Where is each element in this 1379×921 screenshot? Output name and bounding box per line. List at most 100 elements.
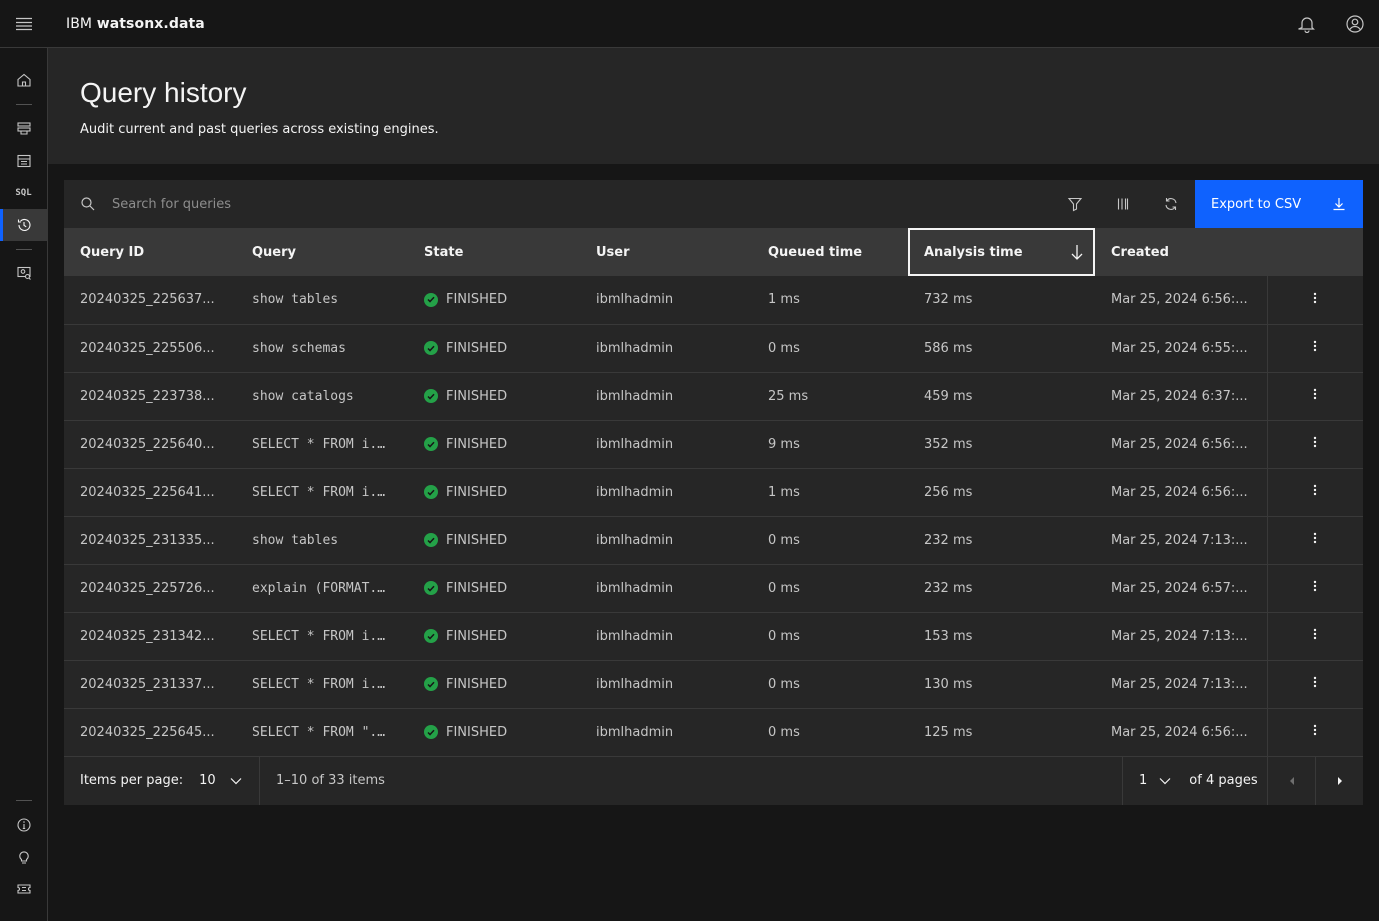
column-icon (1117, 198, 1129, 210)
search-input[interactable] (112, 196, 712, 212)
nav-query-history[interactable] (0, 209, 47, 241)
rail-divider (16, 800, 32, 801)
items-per-page-select[interactable]: 10 (199, 773, 242, 788)
row-overflow-menu-button[interactable] (1266, 420, 1363, 469)
table-row[interactable]: 20240325_225506... show schemas FINISHED ib… (64, 324, 1363, 373)
page-number-select[interactable]: 1 of 4 pages (1122, 756, 1267, 805)
table-row[interactable]: 20240325_231342... SELECT * FROM i... FINI… (64, 612, 1363, 661)
table-row[interactable]: 20240325_225637... show tables FINISHED ibm… (64, 276, 1363, 325)
filter-button[interactable] (1051, 180, 1099, 228)
query-text-cell: show schemas (236, 324, 408, 373)
overflow-menu-vertical-icon (1314, 724, 1317, 736)
user-profile-button[interactable] (1331, 0, 1379, 47)
state-cell: FINISHED (408, 660, 580, 709)
table-row[interactable]: 20240325_225645... SELECT * FROM "... FINI… (64, 708, 1363, 757)
created-cell: Mar 25, 2024 7:13:... (1095, 516, 1267, 565)
data-table-icon (16, 154, 31, 168)
user-cell: ibmlhadmin (580, 324, 752, 373)
user-cell: ibmlhadmin (580, 516, 752, 565)
row-overflow-menu-button[interactable] (1266, 516, 1363, 565)
table-row[interactable]: 20240325_231337... SELECT * FROM i... FINI… (64, 660, 1363, 709)
row-overflow-menu-button[interactable] (1266, 564, 1363, 613)
user-avatar-icon (1346, 14, 1364, 33)
row-overflow-menu-button[interactable] (1266, 468, 1363, 517)
query-text-cell: show catalogs (236, 372, 408, 421)
row-overflow-menu-button[interactable] (1266, 276, 1363, 325)
access-control-icon (16, 266, 31, 280)
page-subtitle: Audit current and past queries across ex… (80, 122, 439, 137)
queued-time-cell: 25 ms (752, 372, 908, 421)
column-settings-button[interactable] (1099, 180, 1147, 228)
analysis-time-cell: 352 ms (908, 420, 1095, 469)
table-row[interactable]: 20240325_223738... show catalogs FINISHED i… (64, 372, 1363, 421)
row-overflow-menu-button[interactable] (1266, 660, 1363, 709)
previous-page-button[interactable] (1267, 756, 1315, 805)
nav-home[interactable] (0, 64, 47, 96)
product-name[interactable]: IBM watsonx.data (66, 16, 205, 32)
state-cell: FINISHED (408, 708, 580, 757)
refresh-button[interactable] (1147, 180, 1195, 228)
user-cell: ibmlhadmin (580, 708, 752, 757)
hamburger-menu-button[interactable] (0, 0, 48, 47)
checkmark-filled-icon (424, 437, 438, 451)
history-icon (17, 218, 31, 231)
next-page-button[interactable] (1315, 756, 1363, 805)
state-cell: FINISHED (408, 516, 580, 565)
analysis-time-cell: 459 ms (908, 372, 1095, 421)
state-cell: FINISHED (408, 468, 580, 517)
column-header-queued-time[interactable]: Queued time (752, 228, 908, 276)
query-text-cell: SELECT * FROM "... (236, 708, 408, 757)
query-id-cell: 20240325_225640... (64, 420, 236, 469)
export-csv-button[interactable]: Export to CSV (1195, 180, 1363, 228)
table-row[interactable]: 20240325_231335... show tables FINISHED ibm… (64, 516, 1363, 565)
checkmark-filled-icon (424, 389, 438, 403)
created-cell: Mar 25, 2024 7:13:... (1095, 612, 1267, 661)
row-overflow-menu-button[interactable] (1266, 324, 1363, 373)
status-badge: FINISHED (424, 533, 564, 548)
table-row[interactable]: 20240325_225726... explain (FORMAT... FINI… (64, 564, 1363, 613)
sort-descending-icon (1071, 245, 1083, 260)
overflow-menu-vertical-icon (1314, 436, 1317, 448)
nav-about[interactable] (0, 809, 47, 841)
query-id-cell: 20240325_223738... (64, 372, 236, 421)
checkmark-filled-icon (424, 677, 438, 691)
table-body: 20240325_225637... show tables FINISHED ibm… (64, 276, 1363, 757)
nav-learning-resources[interactable] (0, 841, 47, 873)
nav-infrastructure[interactable] (0, 113, 47, 145)
table-row[interactable]: 20240325_225640... SELECT * FROM i... FINI… (64, 420, 1363, 469)
user-cell: ibmlhadmin (580, 372, 752, 421)
column-header-actions (1267, 228, 1363, 276)
row-overflow-menu-button[interactable] (1266, 372, 1363, 421)
row-overflow-menu-button[interactable] (1266, 708, 1363, 757)
table-toolbar: Export to CSV (64, 180, 1363, 228)
state-cell: FINISHED (408, 324, 580, 373)
status-text: FINISHED (446, 580, 508, 596)
nav-data-manager[interactable] (0, 145, 47, 177)
notifications-button[interactable] (1283, 0, 1331, 47)
column-header-user[interactable]: User (580, 228, 752, 276)
export-csv-label: Export to CSV (1211, 196, 1302, 212)
row-overflow-menu-button[interactable] (1266, 612, 1363, 661)
column-header-analysis-time[interactable]: Analysis time (908, 228, 1095, 276)
download-icon (1333, 198, 1345, 211)
hamburger-icon (16, 17, 32, 30)
queued-time-cell: 0 ms (752, 708, 908, 757)
column-header-query[interactable]: Query (236, 228, 408, 276)
status-text: FINISHED (446, 388, 508, 404)
column-header-query-id[interactable]: Query ID (64, 228, 236, 276)
table-row[interactable]: 20240325_225641... SELECT * FROM i... FINI… (64, 468, 1363, 517)
nav-access-control[interactable] (0, 257, 47, 289)
nav-support[interactable] (0, 873, 47, 905)
page-title: Query history (80, 77, 247, 108)
search-icon (81, 197, 95, 211)
status-text: FINISHED (446, 340, 508, 356)
created-cell: Mar 25, 2024 6:56:... (1095, 276, 1267, 325)
nav-sql-query[interactable]: SQL (0, 177, 47, 209)
user-cell: ibmlhadmin (580, 660, 752, 709)
created-cell: Mar 25, 2024 6:57:... (1095, 564, 1267, 613)
column-header-created[interactable]: Created (1095, 228, 1267, 276)
query-text-cell: show tables (236, 516, 408, 565)
column-header-state[interactable]: State (408, 228, 580, 276)
bell-icon (1298, 16, 1315, 33)
overflow-menu-vertical-icon (1314, 340, 1317, 352)
